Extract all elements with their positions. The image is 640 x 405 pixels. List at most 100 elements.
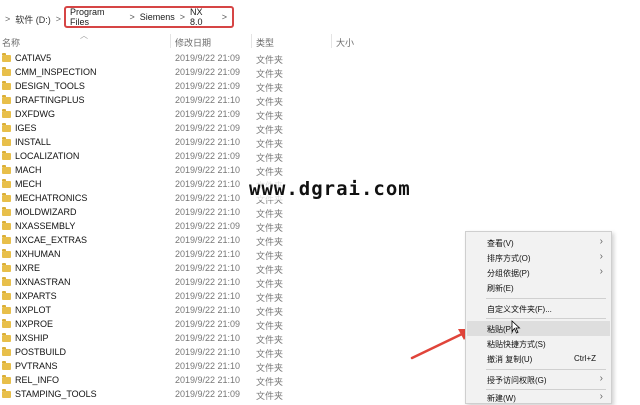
folder-icon — [2, 389, 11, 398]
folder-icon — [2, 249, 11, 258]
menu-item-group[interactable]: 分组依据(P) › — [467, 265, 610, 280]
file-date: 2019/9/22 21:09 — [175, 53, 241, 63]
file-date: 2019/9/22 21:09 — [175, 123, 241, 133]
folder-icon — [2, 95, 11, 104]
column-headers: 名称 ︿ 修改日期 类型 大小 — [0, 31, 640, 49]
menu-item-new[interactable]: 新建(W) › — [467, 391, 610, 404]
column-divider[interactable] — [331, 34, 332, 48]
list-item[interactable]: NXRE 2019/9/22 21:10 文件夹 — [0, 262, 460, 276]
file-name: NXRE — [15, 263, 41, 273]
mouse-cursor-icon — [511, 320, 521, 334]
breadcrumb-separator: > — [221, 12, 227, 22]
breadcrumb-separator: > — [5, 14, 11, 24]
list-item[interactable]: POSTBUILD 2019/9/22 21:10 文件夹 — [0, 346, 460, 360]
list-item[interactable]: NXSHIP 2019/9/22 21:10 文件夹 — [0, 332, 460, 346]
breadcrumb-siemens[interactable]: Siemens — [140, 12, 175, 22]
menu-item-view[interactable]: 查看(V) › — [467, 235, 610, 250]
file-name: DESIGN_TOOLS — [15, 81, 85, 91]
file-date: 2019/9/22 21:10 — [175, 137, 241, 147]
column-divider[interactable] — [251, 34, 252, 48]
column-header-type[interactable]: 类型 — [256, 36, 274, 49]
folder-icon — [2, 81, 11, 90]
list-item[interactable]: DRAFTINGPLUS 2019/9/22 21:10 文件夹 — [0, 94, 460, 108]
address-bar[interactable]: > 软件 (D:) > Program Files > Siemens > NX… — [0, 0, 640, 32]
list-item[interactable]: NXASSEMBLY 2019/9/22 21:09 文件夹 — [0, 220, 460, 234]
file-date: 2019/9/22 21:10 — [175, 249, 241, 259]
column-header-name[interactable]: 名称 — [2, 36, 20, 49]
folder-icon — [2, 291, 11, 300]
menu-item-sort[interactable]: 排序方式(O) › — [467, 250, 610, 265]
file-name: NXNASTRAN — [15, 277, 71, 287]
file-type: 文件夹 — [256, 363, 284, 373]
menu-separator — [486, 298, 606, 299]
file-name: MACH — [15, 165, 42, 175]
file-name: NXPROE — [15, 319, 54, 329]
menu-item-customize[interactable]: 自定义文件夹(F)... — [467, 301, 610, 316]
list-item[interactable]: MACH 2019/9/22 21:10 文件夹 — [0, 164, 460, 178]
file-name: NXSHIP — [15, 333, 49, 343]
file-type: 文件夹 — [256, 251, 284, 261]
file-type: 文件夹 — [256, 97, 284, 107]
column-divider[interactable] — [170, 34, 171, 48]
file-type: 文件夹 — [256, 83, 284, 93]
address-prefix: > 软件 (D:) > — [0, 12, 66, 26]
file-type: 文件夹 — [256, 167, 284, 177]
file-type: 文件夹 — [256, 69, 284, 79]
list-item[interactable]: IGES 2019/9/22 21:09 文件夹 — [0, 122, 460, 136]
file-name: DRAFTINGPLUS — [15, 95, 85, 105]
file-type: 文件夹 — [256, 139, 284, 149]
menu-item-undo-copy[interactable]: 撤消 复制(U) Ctrl+Z — [467, 351, 610, 366]
list-item[interactable]: NXPROE 2019/9/22 21:09 文件夹 — [0, 318, 460, 332]
list-item[interactable]: DXFDWG 2019/9/22 21:09 文件夹 — [0, 108, 460, 122]
file-name: NXPLOT — [15, 305, 52, 315]
file-date: 2019/9/22 21:10 — [175, 95, 241, 105]
file-name: PVTRANS — [15, 361, 58, 371]
folder-icon — [2, 375, 11, 384]
column-header-date[interactable]: 修改日期 — [175, 36, 211, 49]
list-item[interactable]: INSTALL 2019/9/22 21:10 文件夹 — [0, 136, 460, 150]
list-item[interactable]: NXNASTRAN 2019/9/22 21:10 文件夹 — [0, 276, 460, 290]
file-type: 文件夹 — [256, 265, 284, 275]
file-name: INSTALL — [15, 137, 51, 147]
breadcrumb-drive[interactable]: 软件 (D:) — [15, 13, 51, 26]
file-type: 文件夹 — [256, 293, 284, 303]
file-type: 文件夹 — [256, 279, 284, 289]
list-item[interactable]: STAMPING_TOOLS 2019/9/22 21:09 文件夹 — [0, 388, 460, 402]
file-name: LOCALIZATION — [15, 151, 80, 161]
list-item[interactable]: CATIAV5 2019/9/22 21:09 文件夹 — [0, 52, 460, 66]
file-type: 文件夹 — [256, 349, 284, 359]
breadcrumb-nx80[interactable]: NX 8.0 — [190, 7, 217, 27]
list-item[interactable]: LOCALIZATION 2019/9/22 21:09 文件夹 — [0, 150, 460, 164]
folder-icon — [2, 53, 11, 62]
list-item[interactable]: CMM_INSPECTION 2019/9/22 21:09 文件夹 — [0, 66, 460, 80]
menu-item-paste-shortcut[interactable]: 粘贴快捷方式(S) — [467, 336, 610, 351]
list-item[interactable]: NXHUMAN 2019/9/22 21:10 文件夹 — [0, 248, 460, 262]
file-date: 2019/9/22 21:10 — [175, 179, 241, 189]
menu-item-refresh[interactable]: 刷新(E) — [467, 280, 610, 295]
file-date: 2019/9/22 21:10 — [175, 375, 241, 385]
column-header-size[interactable]: 大小 — [336, 36, 354, 49]
menu-item-grant-access[interactable]: 授予访问权限(G) › — [467, 372, 610, 387]
file-date: 2019/9/22 21:09 — [175, 67, 241, 77]
file-name: NXASSEMBLY — [15, 221, 76, 231]
file-name: NXPARTS — [15, 291, 57, 301]
list-item[interactable]: NXPLOT 2019/9/22 21:10 文件夹 — [0, 304, 460, 318]
file-name: CMM_INSPECTION — [15, 67, 97, 77]
list-item[interactable]: PVTRANS 2019/9/22 21:10 文件夹 — [0, 360, 460, 374]
folder-icon — [2, 207, 11, 216]
menu-item-paste[interactable]: 粘贴(P) — [467, 321, 610, 336]
list-item[interactable]: NXCAE_EXTRAS 2019/9/22 21:10 文件夹 — [0, 234, 460, 248]
list-item[interactable]: DESIGN_TOOLS 2019/9/22 21:09 文件夹 — [0, 80, 460, 94]
file-type: 文件夹 — [256, 223, 284, 233]
list-item[interactable]: NXPARTS 2019/9/22 21:10 文件夹 — [0, 290, 460, 304]
list-item[interactable]: MOLDWIZARD 2019/9/22 21:10 文件夹 — [0, 206, 460, 220]
file-name: DXFDWG — [15, 109, 55, 119]
file-name: IGES — [15, 123, 37, 133]
file-type: 文件夹 — [256, 153, 284, 163]
file-type: 文件夹 — [256, 307, 284, 317]
watermark: www.dgrai.com — [246, 178, 414, 200]
list-item[interactable]: REL_INFO 2019/9/22 21:10 文件夹 — [0, 374, 460, 388]
file-type: 文件夹 — [256, 111, 284, 121]
submenu-arrow-icon: › — [599, 391, 603, 402]
breadcrumb-program-files[interactable]: Program Files — [70, 7, 124, 27]
